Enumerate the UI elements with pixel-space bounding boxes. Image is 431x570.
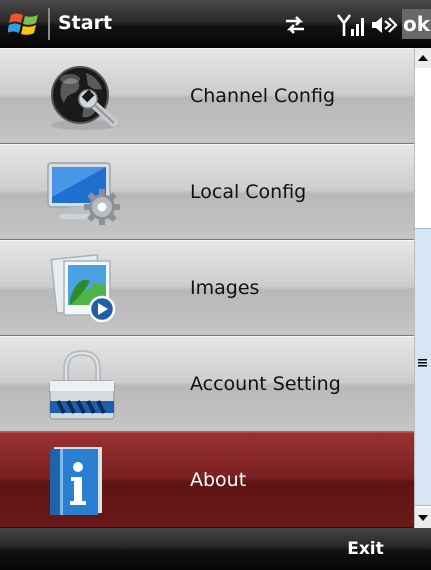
scroll-down-button[interactable] <box>415 508 431 528</box>
start-button[interactable]: Start <box>0 0 150 48</box>
menu-item-label: Local Config <box>190 181 307 203</box>
start-label: Start <box>58 12 113 34</box>
speaker-icon[interactable] <box>370 12 398 38</box>
windows-flag-icon <box>8 13 38 35</box>
monitor-gear-icon <box>47 162 120 225</box>
start-divider <box>48 8 50 40</box>
ok-button[interactable]: ok <box>402 9 431 39</box>
menu-item-channel-config[interactable]: Channel Config <box>0 48 414 144</box>
menu-item-label: About <box>190 469 247 491</box>
main-menu: Channel Config Local Config Images Accou… <box>0 48 414 528</box>
menu-item-images[interactable]: Images <box>0 240 414 336</box>
menu-item-label: Channel Config <box>190 85 336 107</box>
menu-item-label: Account Setting <box>190 373 341 395</box>
signal-icon[interactable] <box>336 12 364 38</box>
grip-icon <box>418 359 427 367</box>
menu-item-about[interactable]: About <box>0 432 414 528</box>
image-play-icon <box>50 253 116 323</box>
connectivity-icon[interactable] <box>282 12 308 38</box>
info-book-icon <box>50 447 102 515</box>
vertical-scrollbar[interactable] <box>414 48 431 528</box>
app-screen: Start ok Channel Config Local Config Ima… <box>0 0 431 570</box>
softkey-bar: Exit <box>0 528 431 570</box>
globe-wrench-icon <box>51 66 119 130</box>
status-bar: Start ok <box>0 0 431 49</box>
arrow-down-icon <box>418 515 428 521</box>
scroll-thumb[interactable] <box>415 228 431 506</box>
exit-button[interactable]: Exit <box>300 528 431 570</box>
padlock-icon <box>49 349 115 420</box>
menu-item-local-config[interactable]: Local Config <box>0 144 414 240</box>
arrow-up-icon <box>418 55 428 61</box>
menu-item-account-setting[interactable]: Account Setting <box>0 336 414 432</box>
scroll-up-button[interactable] <box>415 48 431 68</box>
menu-item-label: Images <box>190 277 260 299</box>
